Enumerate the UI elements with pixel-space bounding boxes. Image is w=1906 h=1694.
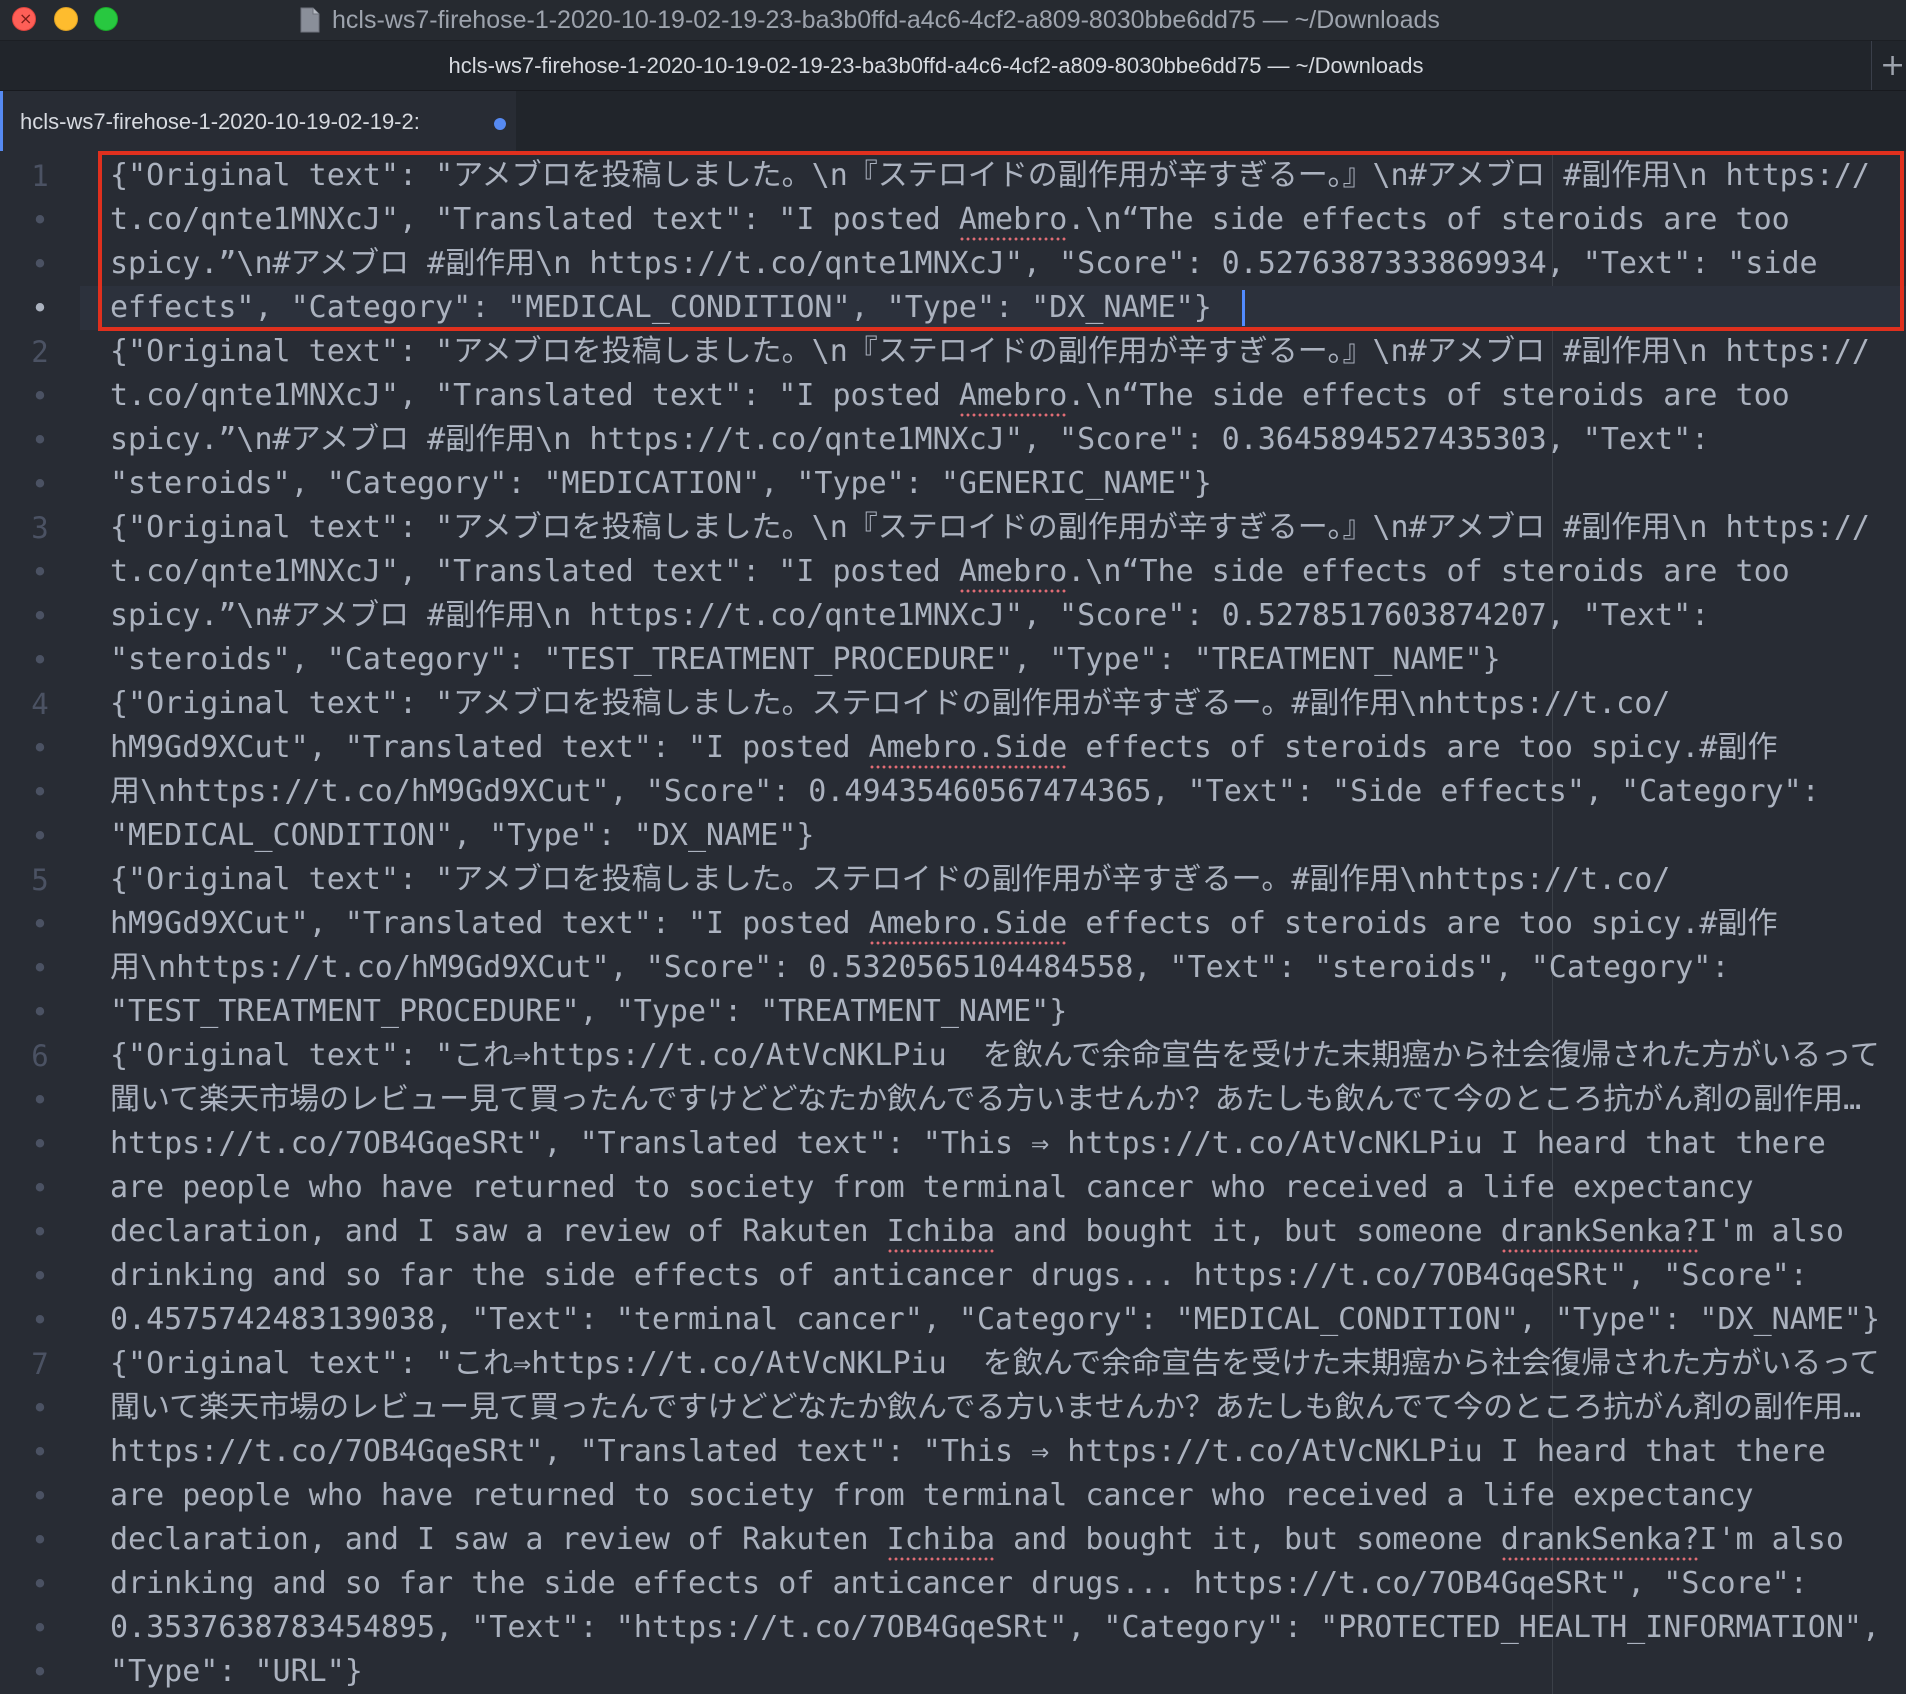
wrap-marker: • xyxy=(31,203,49,237)
code-line[interactable]: 用\nhttps://t.co/hM9Gd9XCut", "Score": 0.… xyxy=(110,770,1820,814)
wrap-marker: • xyxy=(31,1479,49,1513)
wrap-marker: • xyxy=(31,1391,49,1425)
code-line[interactable]: 0.4575742483139038, "Text": "terminal ca… xyxy=(110,1298,1880,1342)
line-number: 2 xyxy=(31,335,49,369)
editor-window: × hcls-ws7-firehose-1-2020-10-19-02-19-2… xyxy=(0,0,1906,1694)
title-bar: × hcls-ws7-firehose-1-2020-10-19-02-19-2… xyxy=(0,0,1906,41)
code-line[interactable]: are people who have returned to society … xyxy=(110,1474,1754,1518)
minimize-window-button[interactable] xyxy=(54,7,78,31)
wrap-marker: • xyxy=(31,995,49,1029)
code-line[interactable]: declaration, and I saw a review of Rakut… xyxy=(110,1518,1844,1562)
code-line[interactable]: {"Original text": "アメブロを投稿しました。ステロイドの副作用… xyxy=(110,682,1670,726)
code-line[interactable]: 聞いて楽天市場のレビュー見て買ったんですけどどなたか飲んでる方いませんか？あたし… xyxy=(110,1078,1861,1122)
line-number: 5 xyxy=(31,863,49,897)
wrap-marker: • xyxy=(31,951,49,985)
wrap-marker: • xyxy=(31,1303,49,1337)
wrap-marker: • xyxy=(31,1083,49,1117)
wrap-marker: • xyxy=(31,1567,49,1601)
code-line[interactable]: "Type": "URL"} xyxy=(110,1650,363,1694)
code-line[interactable]: {"Original text": "これ⇒https://t.co/AtVcN… xyxy=(110,1034,1880,1078)
file-path-title: hcls-ws7-firehose-1-2020-10-19-02-19-23-… xyxy=(448,53,1424,78)
tab-label: hcls-ws7-firehose-1-2020-10-19-02-19-2: xyxy=(20,109,420,134)
spellcheck-underline xyxy=(868,765,1068,769)
wrap-marker: • xyxy=(31,423,49,457)
file-path-header: hcls-ws7-firehose-1-2020-10-19-02-19-23-… xyxy=(0,41,1906,91)
spellcheck-underline xyxy=(1500,1249,1700,1253)
code-line[interactable]: hM9Gd9XCut", "Translated text": "I poste… xyxy=(110,902,1777,946)
spellcheck-underline xyxy=(868,941,1068,945)
wrap-marker: • xyxy=(31,247,49,281)
wrap-marker: • xyxy=(31,1523,49,1557)
maximize-window-button[interactable] xyxy=(94,7,118,31)
line-number: 1 xyxy=(31,159,49,193)
code-line[interactable]: 用\nhttps://t.co/hM9Gd9XCut", "Score": 0.… xyxy=(110,946,1729,990)
code-editor[interactable]: 1 {"Original text": "アメブロを投稿しました。\n『ステロイド… xyxy=(0,151,1906,1694)
wrap-marker: • xyxy=(31,1127,49,1161)
wrap-marker: • xyxy=(31,291,49,325)
code-line[interactable]: "steroids", "Category": "TEST_TREATMENT_… xyxy=(110,638,1501,682)
code-line[interactable]: 聞いて楽天市場のレビュー見て買ったんですけどどなたか飲んでる方いませんか？あたし… xyxy=(110,1386,1861,1430)
code-line[interactable]: drinking and so far the side effects of … xyxy=(110,1562,1808,1606)
line-number: 3 xyxy=(31,511,49,545)
line-number: 6 xyxy=(31,1039,49,1073)
window-title: hcls-ws7-firehose-1-2020-10-19-02-19-23-… xyxy=(332,5,1440,34)
code-line[interactable]: "MEDICAL_CONDITION", "Type": "DX_NAME"} xyxy=(110,814,814,858)
wrap-marker: • xyxy=(31,1655,49,1689)
code-line[interactable]: spicy.”\n#アメブロ #副作用\n https://t.co/qnte1… xyxy=(110,242,1818,286)
wrap-marker: • xyxy=(31,599,49,633)
wrap-marker: • xyxy=(31,379,49,413)
wrap-marker: • xyxy=(31,819,49,853)
wrap-marker: • xyxy=(31,1435,49,1469)
wrap-marker: • xyxy=(31,1215,49,1249)
code-line[interactable]: t.co/qnte1MNXcJ", "Translated text": "I … xyxy=(110,550,1790,594)
spellcheck-underline xyxy=(958,413,1068,417)
code-line[interactable]: {"Original text": "これ⇒https://t.co/AtVcN… xyxy=(110,1342,1880,1386)
spellcheck-underline xyxy=(886,1557,996,1561)
code-line[interactable]: are people who have returned to society … xyxy=(110,1166,1754,1210)
modified-indicator-icon xyxy=(494,118,506,130)
spellcheck-underline xyxy=(958,589,1068,593)
code-line[interactable]: "TEST_TREATMENT_PROCEDURE", "Type": "TRE… xyxy=(110,990,1067,1034)
close-icon: × xyxy=(19,9,33,28)
wrap-marker: • xyxy=(31,1171,49,1205)
code-line[interactable]: 0.3537638783454895, "Text": "https://t.c… xyxy=(110,1606,1880,1650)
code-line[interactable]: effects", "Category": "MEDICAL_CONDITION… xyxy=(110,286,1212,330)
window-title-group: hcls-ws7-firehose-1-2020-10-19-02-19-23-… xyxy=(300,4,1440,36)
tab-bar: hcls-ws7-firehose-1-2020-10-19-02-19-2: xyxy=(0,91,1906,151)
wrap-marker: • xyxy=(31,643,49,677)
code-line[interactable]: {"Original text": "アメブロを投稿しました。\n『ステロイドの… xyxy=(110,506,1870,550)
code-line[interactable]: https://t.co/7OB4GqeSRt", "Translated te… xyxy=(110,1122,1826,1166)
line-number: 4 xyxy=(31,687,49,721)
code-line[interactable]: declaration, and I saw a review of Rakut… xyxy=(110,1210,1844,1254)
code-line[interactable]: t.co/qnte1MNXcJ", "Translated text": "I … xyxy=(110,374,1790,418)
close-window-button[interactable]: × xyxy=(12,7,36,31)
tab-active-file[interactable]: hcls-ws7-firehose-1-2020-10-19-02-19-2: xyxy=(0,91,516,151)
code-line[interactable]: {"Original text": "アメブロを投稿しました。ステロイドの副作用… xyxy=(110,858,1670,902)
wrap-marker: • xyxy=(31,1611,49,1645)
plus-icon: + xyxy=(1880,48,1906,83)
spellcheck-underline xyxy=(958,237,1068,241)
code-line[interactable]: "steroids", "Category": "MEDICATION", "T… xyxy=(110,462,1212,506)
code-line[interactable]: t.co/qnte1MNXcJ", "Translated text": "I … xyxy=(110,198,1790,242)
wrap-marker: • xyxy=(31,555,49,589)
code-line[interactable]: spicy.”\n#アメブロ #副作用\n https://t.co/qnte1… xyxy=(110,418,1709,462)
wrap-marker: • xyxy=(31,731,49,765)
document-icon xyxy=(300,7,320,33)
new-tab-button[interactable]: + xyxy=(1871,41,1906,90)
line-number: 7 xyxy=(31,1347,49,1381)
spellcheck-underline xyxy=(1500,1557,1700,1561)
text-cursor xyxy=(1241,290,1245,326)
code-line[interactable]: spicy.”\n#アメブロ #副作用\n https://t.co/qnte1… xyxy=(110,594,1709,638)
wrap-marker: • xyxy=(31,775,49,809)
wrap-marker: • xyxy=(31,1259,49,1293)
code-line[interactable]: hM9Gd9XCut", "Translated text": "I poste… xyxy=(110,726,1777,770)
code-line[interactable]: https://t.co/7OB4GqeSRt", "Translated te… xyxy=(110,1430,1826,1474)
spellcheck-underline xyxy=(886,1249,996,1253)
code-line[interactable]: {"Original text": "アメブロを投稿しました。\n『ステロイドの… xyxy=(110,330,1870,374)
code-line[interactable]: drinking and so far the side effects of … xyxy=(110,1254,1808,1298)
wrap-marker: • xyxy=(31,467,49,501)
wrap-marker: • xyxy=(31,907,49,941)
code-line[interactable]: {"Original text": "アメブロを投稿しました。\n『ステロイドの… xyxy=(110,154,1870,198)
